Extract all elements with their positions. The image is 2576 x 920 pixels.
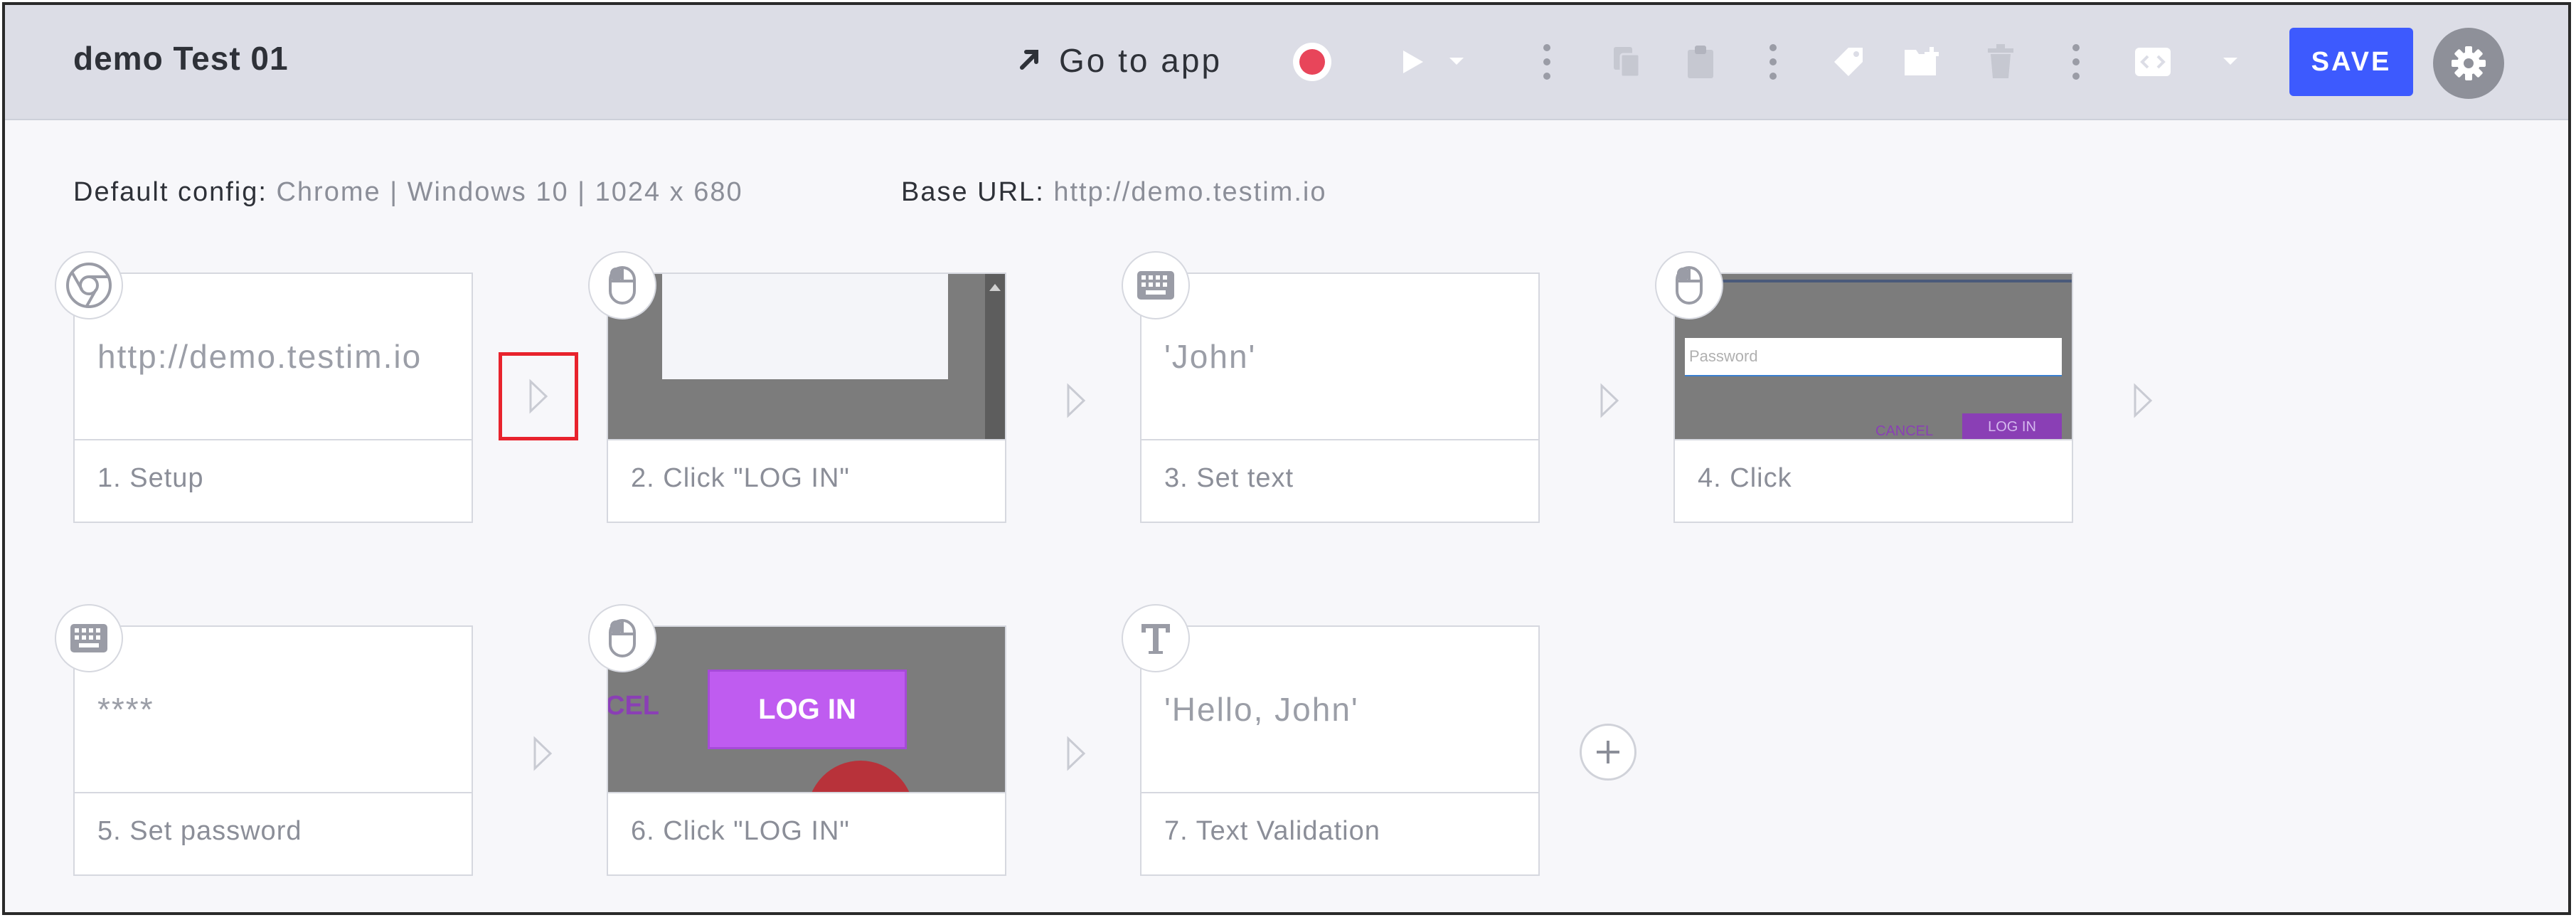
app-frame: demo Test 01 Go to app SAVE Default conf… <box>2 2 2571 915</box>
step-connector-arrow[interactable] <box>517 375 560 418</box>
chrome-icon <box>55 251 123 319</box>
step-label: 5. Set password <box>97 816 302 846</box>
default-config-label: Default config: <box>73 177 267 207</box>
gear-icon <box>2452 46 2486 80</box>
step-preview: 'Hello, John' <box>1141 627 1538 793</box>
step-value: http://demo.testim.io <box>97 338 422 375</box>
record-icon <box>1293 43 1331 81</box>
step-value: **** <box>97 691 154 728</box>
dropdown-icon <box>2223 58 2237 65</box>
step-label: 3. Set text <box>1164 463 1294 493</box>
go-to-app-label: Go to app <box>1059 42 1223 79</box>
step-label: 7. Text Validation <box>1164 816 1380 846</box>
default-config: Default config: Chrome | Windows 10 | 10… <box>73 177 743 208</box>
step-screenshot <box>608 274 1005 440</box>
tag-icon <box>1834 48 1863 76</box>
keyboard-icon <box>55 604 123 672</box>
step-card-7[interactable]: 'Hello, John' 7. Text Validation <box>1140 625 1540 876</box>
more-options-button[interactable] <box>1526 33 1568 90</box>
test-name[interactable]: demo Test 01 <box>73 39 289 78</box>
step-screenshot: CEL LOG IN <box>608 627 1005 793</box>
step-connector-arrow[interactable] <box>1055 379 1097 422</box>
paste-icon <box>1688 46 1713 78</box>
mouse-icon <box>1655 251 1723 319</box>
save-button[interactable]: SAVE <box>2289 28 2413 96</box>
more-options-button-3[interactable] <box>2055 33 2097 90</box>
step-card-2[interactable]: 2. Click "LOG IN" <box>607 273 1006 523</box>
screenshot-thumbnail <box>608 274 1005 439</box>
cancel-text-thumb: CEL <box>608 691 659 721</box>
base-url: Base URL: http://demo.testim.io <box>901 177 1326 208</box>
delete-button[interactable] <box>1972 33 2029 90</box>
code-button[interactable] <box>2124 33 2181 90</box>
step-card-1[interactable]: http://demo.testim.io 1. Setup <box>73 273 473 523</box>
step-preview: 'John' <box>1141 274 1538 440</box>
step-connector-arrow[interactable] <box>521 732 564 775</box>
more-vertical-icon <box>2072 44 2080 80</box>
go-to-app-button[interactable]: Go to app <box>1016 33 1222 88</box>
password-field-thumb: Password <box>1685 338 2062 376</box>
step-preview: **** <box>75 627 472 793</box>
login-button-thumb: LOG IN <box>1962 413 2062 439</box>
record-button[interactable] <box>1284 33 1341 90</box>
tag-button[interactable] <box>1820 33 1877 90</box>
step-card-6[interactable]: CEL LOG IN 6. Click "LOG IN" <box>607 625 1006 876</box>
base-url-value[interactable]: http://demo.testim.io <box>1053 177 1326 207</box>
step-value: 'John' <box>1164 338 1257 375</box>
step-connector-arrow[interactable] <box>1055 732 1097 775</box>
external-link-icon <box>1016 46 1042 75</box>
screenshot-thumbnail: CEL LOG IN <box>608 627 1005 792</box>
trash-icon <box>1988 44 2013 78</box>
play-button[interactable] <box>1383 33 1440 90</box>
more-vertical-icon <box>1543 44 1550 80</box>
more-options-button-2[interactable] <box>1752 33 1794 90</box>
text-icon <box>1122 604 1190 672</box>
step-preview: http://demo.testim.io <box>75 274 472 440</box>
more-vertical-icon <box>1769 44 1777 80</box>
default-config-value[interactable]: Chrome | Windows 10 | 1024 x 680 <box>276 177 743 207</box>
step-label: 2. Click "LOG IN" <box>631 463 850 493</box>
step-connector-arrow[interactable] <box>1588 379 1631 422</box>
step-label: 1. Setup <box>97 463 204 493</box>
play-icon <box>1403 51 1423 73</box>
add-to-folder-button[interactable] <box>1894 33 1951 90</box>
keyboard-icon <box>1122 251 1190 319</box>
step-label: 4. Click <box>1698 463 1792 493</box>
code-icon <box>2135 48 2171 76</box>
mouse-icon <box>588 604 656 672</box>
add-step-button[interactable] <box>1580 724 1636 781</box>
mouse-icon <box>588 251 656 319</box>
step-card-5[interactable]: **** 5. Set password <box>73 625 473 876</box>
dropdown-icon <box>1449 58 1464 65</box>
add-folder-icon <box>1905 47 1939 75</box>
step-screenshot: Password CANCEL LOG IN <box>1675 274 2072 440</box>
step-card-3[interactable]: 'John' 3. Set text <box>1140 273 1540 523</box>
step-label: 6. Click "LOG IN" <box>631 816 850 846</box>
login-button-thumb: LOG IN <box>708 670 907 749</box>
plus-icon <box>1597 741 1619 763</box>
play-options-dropdown[interactable] <box>1439 33 1474 90</box>
step-connector-arrow[interactable] <box>2122 379 2164 422</box>
editor-toolbar: demo Test 01 Go to app SAVE <box>5 5 2568 120</box>
screenshot-thumbnail: Password CANCEL LOG IN <box>1675 274 2072 439</box>
copy-button[interactable] <box>1598 33 1655 90</box>
step-card-4[interactable]: Password CANCEL LOG IN 4. Click <box>1673 273 2073 523</box>
copy-icon <box>1614 47 1641 78</box>
cancel-text-thumb: CANCEL <box>1875 423 1934 439</box>
paste-button[interactable] <box>1672 33 1729 90</box>
settings-button[interactable] <box>2433 28 2504 99</box>
code-options-dropdown[interactable] <box>2213 33 2248 90</box>
step-value: 'Hello, John' <box>1164 691 1359 728</box>
base-url-label: Base URL: <box>901 177 1045 207</box>
